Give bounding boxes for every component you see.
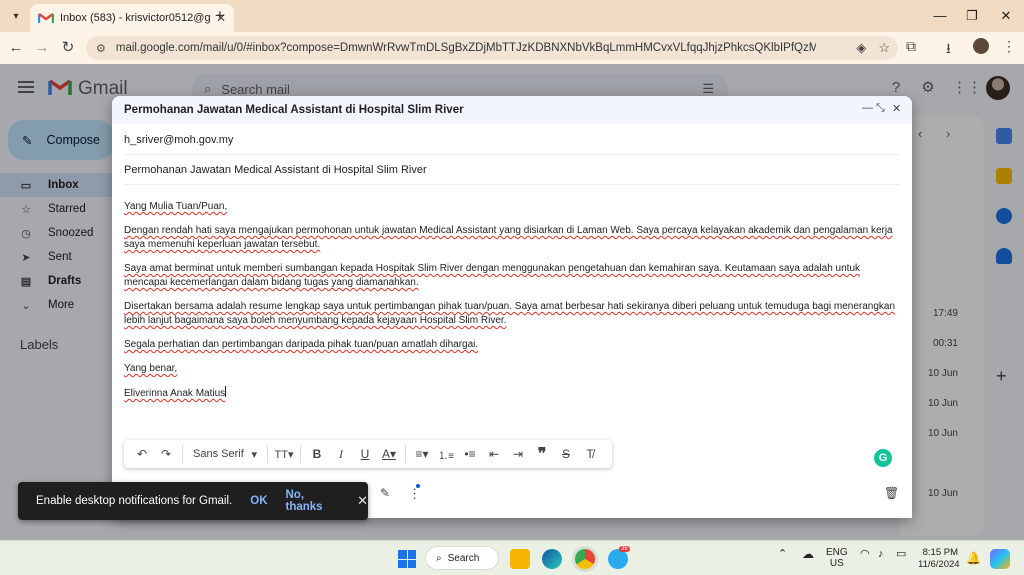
taskbar-search-box[interactable]: ⌕ Search	[426, 547, 498, 569]
divider	[300, 445, 301, 463]
notification-bell-icon[interactable]: 🔔	[966, 551, 981, 565]
browser-toolbar: ← → ↻ ⚙ mail.google.com/mail/u/0/#inbox?…	[0, 32, 1024, 64]
quote-icon[interactable]: ❞	[530, 440, 554, 468]
clock-time: 8:15 PM	[922, 547, 958, 558]
bulleted-list-icon[interactable]: •≡	[458, 440, 482, 468]
grammarly-icon[interactable]: G	[874, 449, 892, 467]
full-screen-icon[interactable]: ⤡	[876, 102, 885, 115]
taskbar-search-label: Search	[447, 552, 480, 564]
compose-header[interactable]: Permohanan Jawatan Medical Assistant di …	[112, 96, 912, 124]
edge-browser-icon[interactable]	[542, 549, 562, 569]
discard-draft-trash-icon[interactable]: 🗑	[884, 486, 899, 500]
file-explorer-icon[interactable]	[510, 549, 530, 569]
telegram-unread-badge: 36	[619, 546, 630, 552]
close-snackbar-icon[interactable]: ✕	[357, 493, 368, 509]
site-info-icon[interactable]: ⚙	[96, 42, 106, 55]
font-size-icon[interactable]: TT▾	[272, 440, 296, 468]
numbered-list-icon[interactable]: ⒈≡	[434, 440, 458, 468]
volume-icon[interactable]: ♪	[878, 549, 884, 560]
copilot-icon[interactable]	[990, 549, 1010, 569]
search-icon: ⌕	[436, 552, 442, 564]
bold-icon[interactable]: B	[305, 440, 329, 468]
browser-tabstrip: ▾ Inbox (583) - krisvictor0512@gmail ✕ +…	[0, 0, 1024, 32]
tab-search-chevron-icon[interactable]: ▾	[6, 6, 26, 26]
back-arrow-icon[interactable]: ←	[6, 38, 26, 58]
language-code: ENG	[826, 547, 848, 558]
downloads-icon[interactable]: ⭳	[946, 38, 951, 62]
notification-dot	[416, 484, 420, 488]
browser-tab-gmail[interactable]: Inbox (583) - krisvictor0512@gmail ✕	[30, 4, 234, 32]
close-window-icon[interactable]: ✕	[994, 6, 1018, 26]
new-tab-plus-icon[interactable]: +	[210, 6, 230, 26]
bookmark-star-icon[interactable]: ☆	[878, 40, 890, 56]
language-indicator[interactable]: ENG US	[826, 547, 848, 569]
underline-icon[interactable]: U	[353, 440, 377, 468]
font-family-select[interactable]: Sans Serif ▾	[187, 440, 263, 468]
subject-text: Permohanan Jawatan Medical Assistant di …	[124, 163, 427, 176]
desktop-notification-snackbar: Enable desktop notifications for Gmail. …	[18, 482, 368, 520]
region-code: US	[829, 558, 844, 569]
text-cursor	[225, 386, 227, 397]
text-color-icon[interactable]: A▾	[377, 440, 401, 468]
closing-text: Yang benar,	[124, 363, 178, 374]
dropdown-caret-icon: ▾	[251, 448, 257, 461]
reload-icon[interactable]: ↻	[58, 38, 78, 58]
formatting-toolbar: ↶ ↷ Sans Serif ▾ TT▾ B I U A▾ ≡▾ ⒈≡ •≡ ⇤…	[124, 440, 612, 468]
no-thanks-button[interactable]: No, thanks	[286, 489, 336, 513]
windows-start-icon[interactable]	[398, 550, 416, 568]
body-paragraph: Saya amat berminat untuk memberi sumbang…	[124, 263, 861, 288]
restore-window-icon[interactable]: ❐	[960, 6, 984, 26]
snackbar-message: Enable desktop notifications for Gmail.	[36, 495, 233, 507]
body-paragraph: Disertakan bersama adalah resume lengkap…	[124, 301, 896, 326]
address-url: mail.google.com/mail/u/0/#inbox?compose=…	[115, 42, 816, 54]
gmail-favicon-icon	[37, 12, 55, 24]
greeting-text: Yang Mulia Tuan/Puan,	[124, 201, 228, 212]
indent-less-icon[interactable]: ⇤	[482, 440, 506, 468]
recipients-field[interactable]: h_sriver@moh.gov.my	[124, 125, 900, 155]
body-paragraph: Segala perhatian dan pertimbangan daripa…	[124, 339, 479, 350]
chrome-profile-avatar[interactable]	[973, 38, 989, 54]
redo-icon[interactable]: ↷	[154, 440, 178, 468]
onedrive-cloud-icon[interactable]: ☁	[802, 548, 814, 560]
divider	[405, 445, 406, 463]
forward-arrow-icon[interactable]: →	[32, 38, 52, 58]
message-body-editor[interactable]: Yang Mulia Tuan/Puan, Dengan rendah hati…	[124, 200, 904, 411]
indent-more-icon[interactable]: ⇥	[506, 440, 530, 468]
undo-icon[interactable]: ↶	[130, 440, 154, 468]
incognito-view-icon[interactable]: ◈	[856, 40, 866, 56]
chrome-menu-icon[interactable]: ⋮	[1002, 38, 1016, 55]
italic-icon[interactable]: I	[329, 440, 353, 468]
divider	[267, 445, 268, 463]
compose-title: Permohanan Jawatan Medical Assistant di …	[124, 104, 464, 116]
clock-date: 11/6/2024	[918, 559, 960, 570]
enable-notifications-ok-button[interactable]: OK	[250, 495, 267, 507]
telegram-icon[interactable]	[608, 549, 628, 569]
more-options-icon[interactable]: ⋮	[408, 486, 421, 502]
show-hidden-icons-chevron-icon[interactable]: ⌃	[778, 549, 787, 560]
subject-field[interactable]: Permohanan Jawatan Medical Assistant di …	[124, 155, 900, 185]
signature-text: Eliverinna Anak Matius	[124, 388, 226, 399]
system-clock[interactable]: 8:15 PM 11/6/2024	[918, 547, 960, 571]
recipient-address: h_sriver@moh.gov.my	[124, 133, 234, 146]
browser-tab-title: Inbox (583) - krisvictor0512@gmail	[60, 12, 210, 24]
compose-dialog: Permohanan Jawatan Medical Assistant di …	[112, 96, 912, 518]
remove-formatting-icon[interactable]: T̸	[578, 440, 602, 468]
signature-pen-icon[interactable]: ✎	[380, 486, 390, 500]
battery-icon[interactable]: ▭	[896, 549, 906, 560]
chrome-browser-icon[interactable]	[575, 549, 595, 569]
body-paragraph: Dengan rendah hati saya mengajukan permo…	[124, 225, 893, 250]
divider	[182, 445, 183, 463]
windows-taskbar: ⌕ Search ⌃ ☁ ENG US ◠ ♪ ▭ 8:15 PM 11/6/2…	[0, 540, 1024, 575]
minimize-window-icon[interactable]: —	[928, 6, 952, 26]
extensions-puzzle-icon[interactable]: ⧉	[906, 38, 916, 55]
align-icon[interactable]: ≡▾	[410, 440, 434, 468]
minimize-compose-icon[interactable]: —	[862, 102, 873, 114]
close-compose-icon[interactable]: ✕	[892, 102, 901, 115]
strikethrough-icon[interactable]: S	[554, 440, 578, 468]
font-name: Sans Serif	[193, 448, 244, 460]
address-bar[interactable]: ⚙ mail.google.com/mail/u/0/#inbox?compos…	[86, 36, 898, 60]
wifi-icon[interactable]: ◠	[860, 549, 870, 560]
